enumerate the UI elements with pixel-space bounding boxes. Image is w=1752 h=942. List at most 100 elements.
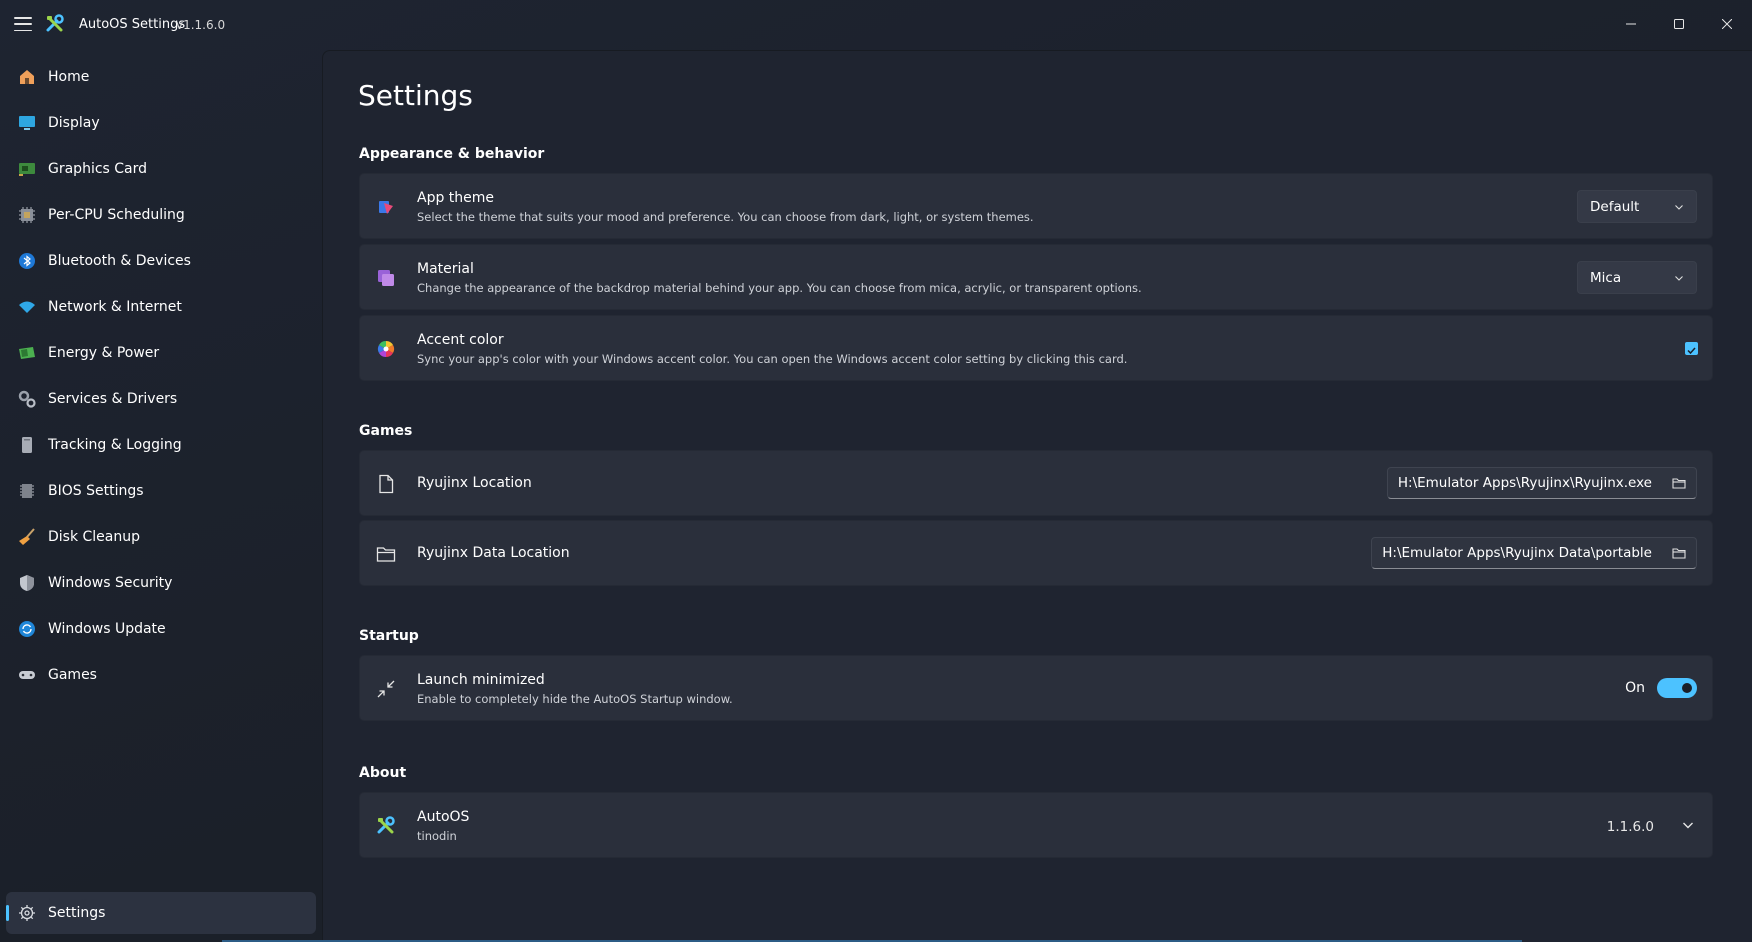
sidebar-item-windows-security[interactable]: Windows Security [6, 562, 316, 604]
autoos-logo-icon [377, 816, 395, 834]
sidebar-item-windows-update[interactable]: Windows Update [6, 608, 316, 650]
title-bar: AutoOS Settings v1.1.6.0 [0, 0, 1752, 50]
graphics-card-icon [19, 163, 35, 176]
sidebar-item-bios[interactable]: BIOS Settings [6, 470, 316, 512]
checkmark-icon [1687, 347, 1696, 355]
sidebar-item-services[interactable]: Services & Drivers [6, 378, 316, 420]
folder-browse-icon[interactable] [1672, 546, 1686, 560]
folder-icon [376, 547, 396, 562]
launch-minimized-description: Enable to completely hide the AutoOS Sta… [417, 692, 733, 706]
sidebar-item-label: Display [48, 115, 100, 131]
app-theme-value: Default [1590, 198, 1640, 215]
launch-minimized-toggle[interactable] [1657, 678, 1697, 698]
sidebar-item-per-cpu-scheduling[interactable]: Per-CPU Scheduling [6, 194, 316, 236]
shield-icon [20, 575, 34, 591]
accent-color-checkbox[interactable] [1685, 342, 1698, 355]
about-version: 1.1.6.0 [1606, 819, 1654, 835]
minimize-button[interactable] [1608, 8, 1654, 40]
sidebar-item-home[interactable]: Home [6, 56, 316, 98]
about-author: tinodin [417, 829, 457, 843]
sidebar-item-label: Disk Cleanup [48, 529, 141, 545]
sidebar-item-disk-cleanup[interactable]: Disk Cleanup [6, 516, 316, 558]
material-icon [378, 270, 394, 286]
sidebar-item-network[interactable]: Network & Internet [6, 286, 316, 328]
sidebar-item-settings[interactable]: Settings [6, 892, 316, 934]
section-appearance: Appearance & behavior [359, 146, 545, 162]
sidebar-item-label: Per-CPU Scheduling [48, 207, 185, 223]
material-title: Material [417, 261, 474, 277]
sidebar: Home Display Graphics Card Per-CPU Sched… [0, 50, 322, 942]
material-dropdown[interactable]: Mica [1577, 261, 1697, 294]
accent-color-title: Accent color [417, 332, 504, 348]
gamepad-icon [19, 671, 35, 679]
sidebar-item-label: Graphics Card [48, 161, 148, 177]
sidebar-item-games[interactable]: Games [6, 654, 316, 696]
launch-minimized-title: Launch minimized [417, 672, 545, 688]
accent-color-description: Sync your app's color with your Windows … [417, 352, 1128, 366]
chevron-down-icon [1675, 205, 1683, 210]
sidebar-item-label: Tracking & Logging [48, 437, 182, 453]
accent-color-card[interactable]: Accent color Sync your app's color with … [359, 315, 1713, 381]
sidebar-item-label: Services & Drivers [48, 391, 178, 407]
launch-minimized-card: Launch minimized Enable to completely hi… [359, 655, 1713, 721]
chevron-down-icon [1675, 276, 1683, 281]
sidebar-item-display[interactable]: Display [6, 102, 316, 144]
page-title: Settings [358, 79, 473, 112]
sidebar-item-bluetooth[interactable]: Bluetooth & Devices [6, 240, 316, 282]
window-version: v1.1.6.0 [176, 18, 226, 32]
folder-browse-icon[interactable] [1672, 476, 1686, 490]
sidebar-item-label: Windows Security [48, 575, 173, 591]
minimize-icon [1626, 23, 1636, 25]
sidebar-item-label: Energy & Power [48, 345, 160, 361]
sidebar-item-label: Network & Internet [48, 299, 182, 315]
material-card: Material Change the appearance of the ba… [359, 244, 1713, 310]
app-theme-title: App theme [417, 190, 495, 206]
gears-icon [18, 390, 36, 408]
palette-icon [379, 201, 393, 214]
app-theme-description: Select the theme that suits your mood an… [417, 210, 1034, 224]
toggle-knob [1682, 683, 1692, 693]
chevron-down-icon[interactable] [1682, 819, 1694, 831]
sidebar-item-label: Windows Update [48, 621, 166, 637]
ryujinx-location-card: Ryujinx Location H:\Emulator Apps\Ryujin… [359, 450, 1713, 516]
sidebar-item-label: Home [48, 69, 90, 85]
cpu-icon [19, 207, 35, 223]
about-card[interactable]: AutoOS tinodin 1.1.6.0 [359, 792, 1713, 858]
log-icon [22, 437, 32, 453]
ryujinx-data-location-value: H:\Emulator Apps\Ryujinx Data\portable [1382, 545, 1652, 561]
material-description: Change the appearance of the backdrop ma… [417, 281, 1142, 295]
chip-icon [20, 484, 34, 498]
launch-minimized-state: On [1625, 680, 1645, 696]
sidebar-item-label: Settings [48, 905, 106, 921]
section-games: Games [359, 423, 413, 439]
sidebar-item-tracking[interactable]: Tracking & Logging [6, 424, 316, 466]
ryujinx-location-input[interactable]: H:\Emulator Apps\Ryujinx\Ryujinx.exe [1386, 467, 1697, 499]
hamburger-menu-icon[interactable] [14, 16, 32, 32]
app-window: AutoOS Settings v1.1.6.0 Home Display Gr… [0, 0, 1752, 942]
app-theme-card: App theme Select the theme that suits yo… [359, 173, 1713, 239]
broom-icon [19, 528, 35, 545]
close-button[interactable] [1704, 8, 1750, 40]
ryujinx-data-location-title: Ryujinx Data Location [417, 545, 570, 561]
color-wheel-icon [377, 340, 395, 358]
wifi-icon [19, 301, 35, 313]
sidebar-item-label: Bluetooth & Devices [48, 253, 191, 269]
home-icon [20, 70, 34, 84]
gear-icon [19, 905, 35, 921]
ryujinx-location-value: H:\Emulator Apps\Ryujinx\Ryujinx.exe [1397, 475, 1652, 491]
sidebar-item-label: Games [48, 667, 97, 683]
close-icon [1722, 19, 1732, 29]
section-about: About [359, 765, 407, 781]
ryujinx-data-location-input[interactable]: H:\Emulator Apps\Ryujinx Data\portable [1371, 537, 1697, 569]
ryujinx-data-location-card: Ryujinx Data Location H:\Emulator Apps\R… [359, 520, 1713, 586]
sidebar-item-label: BIOS Settings [48, 483, 144, 499]
ryujinx-location-title: Ryujinx Location [417, 475, 532, 491]
maximize-button[interactable] [1656, 8, 1702, 40]
sidebar-item-energy[interactable]: Energy & Power [6, 332, 316, 374]
sidebar-item-graphics-card[interactable]: Graphics Card [6, 148, 316, 190]
autoos-logo-icon [46, 14, 64, 32]
battery-icon [19, 347, 35, 359]
app-theme-dropdown[interactable]: Default [1577, 190, 1697, 223]
section-startup: Startup [359, 628, 419, 644]
window-title: AutoOS Settings [79, 17, 186, 32]
